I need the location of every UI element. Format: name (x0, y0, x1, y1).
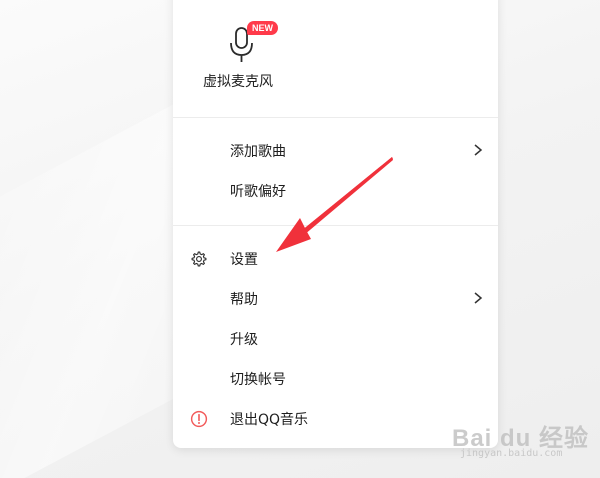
menu-item-label: 听歌偏好 (230, 184, 286, 200)
menu-item-help[interactable]: 帮助 (173, 281, 498, 317)
menu-item-label: 退出QQ音乐 (230, 412, 309, 428)
menu-item-label: 帮助 (230, 292, 258, 308)
gear-icon (191, 251, 207, 267)
watermark-sub-text: jingyan.baidu.com (460, 448, 563, 459)
divider (173, 225, 498, 226)
exit-alert-icon (190, 410, 208, 428)
menu-item-upgrade[interactable]: 升级 (173, 321, 498, 357)
virtual-microphone-button[interactable]: NEW 虚拟麦克风 (201, 21, 281, 90)
chevron-right-icon (474, 144, 483, 156)
menu-item-label: 升级 (230, 332, 258, 348)
menu-item-add-songs[interactable]: 添加歌曲 (173, 133, 498, 169)
menu-item-switch-account[interactable]: 切换帐号 (173, 361, 498, 397)
menu-item-listening-preferences[interactable]: 听歌偏好 (173, 173, 498, 209)
virtual-microphone-label: 虚拟麦克风 (203, 74, 273, 90)
menu-item-label: 切换帐号 (230, 372, 286, 388)
baidu-watermark: Bai du 经验 jingyan.baidu.com (452, 418, 592, 468)
menu-item-exit[interactable]: 退出QQ音乐 (173, 401, 498, 437)
menu-item-label: 添加歌曲 (230, 144, 286, 160)
chevron-right-icon (474, 292, 483, 304)
menu-item-settings[interactable]: 设置 (173, 241, 498, 277)
menu-item-label: 设置 (230, 252, 258, 268)
divider (173, 117, 498, 118)
new-badge: NEW (247, 21, 278, 35)
dropdown-menu: NEW 虚拟麦克风 添加歌曲 听歌偏好 设置 帮助 升级 切换帐号 退出QQ音乐 (173, 0, 498, 448)
